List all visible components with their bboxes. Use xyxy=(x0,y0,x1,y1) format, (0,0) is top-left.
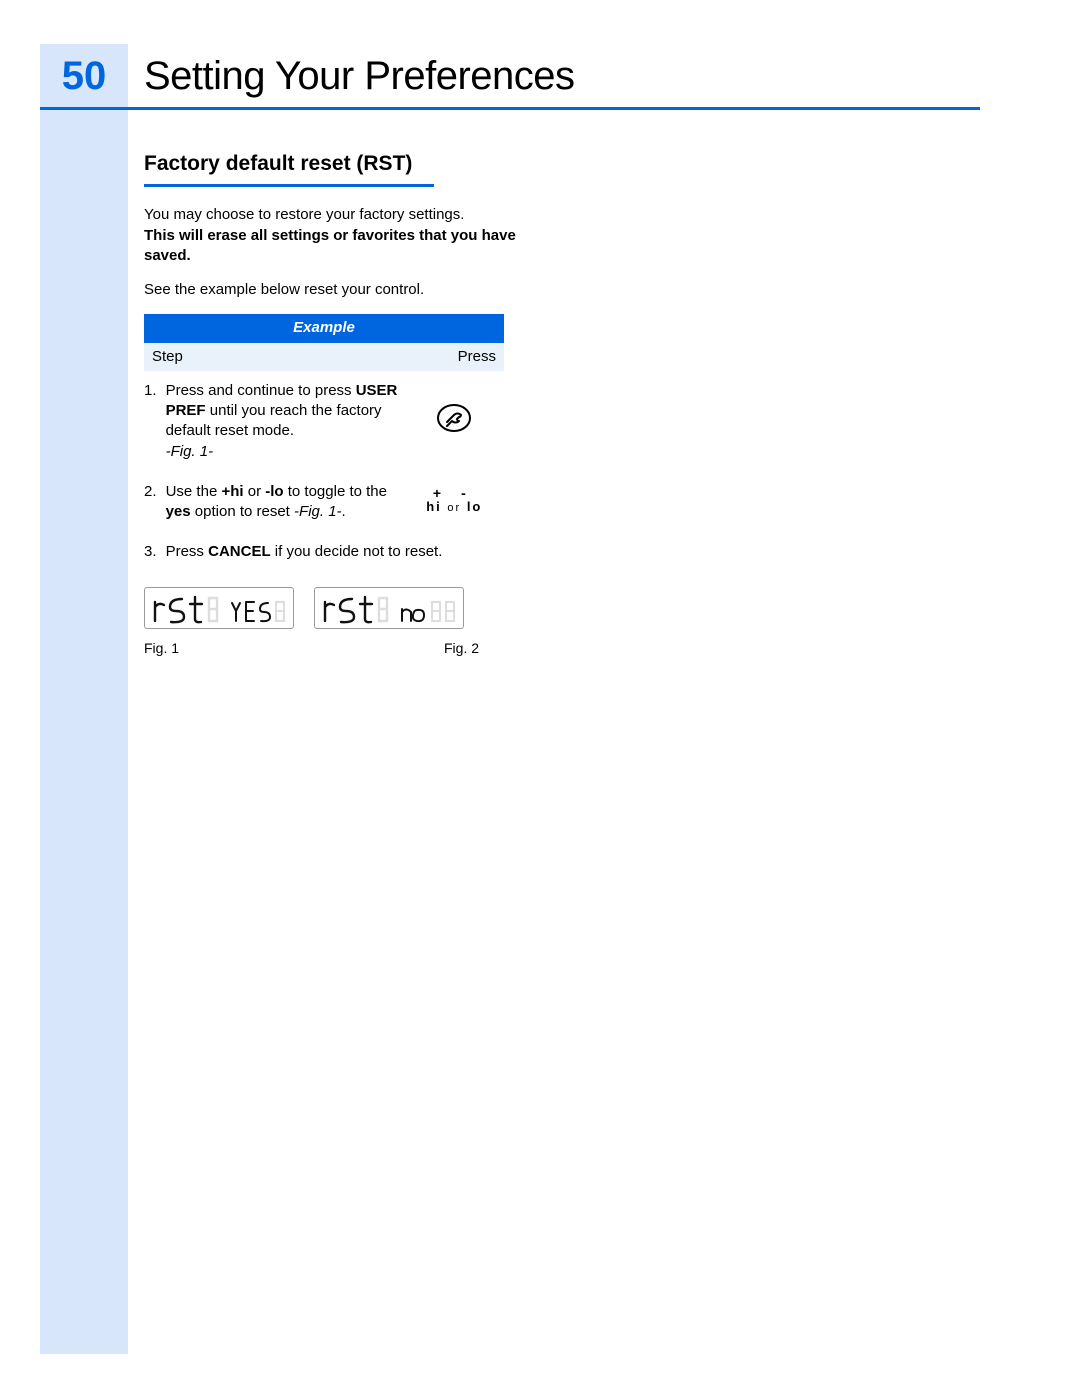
step-description: Press and continue to press USER PREF un… xyxy=(166,371,411,472)
lcd-display-1 xyxy=(144,587,294,629)
text: Press and continue to press xyxy=(166,382,356,399)
or-label: or xyxy=(447,502,461,514)
figure-labels: Fig. 1 Fig. 2 xyxy=(144,639,504,658)
user-pref-icon xyxy=(436,403,472,439)
table-row: 3. Press CANCEL if you decide not to res… xyxy=(144,532,504,572)
intro-paragraph: You may choose to restore your factory s… xyxy=(144,205,524,266)
press-cell: +- hi or lo xyxy=(411,472,504,533)
press-cell xyxy=(411,371,504,472)
lcd-display-2 xyxy=(314,587,464,629)
text-bold: +hi xyxy=(221,483,243,500)
text-bold: yes xyxy=(166,503,191,520)
fig-ref: -Fig. 1- xyxy=(294,503,342,520)
section-divider xyxy=(144,184,434,187)
intro-text: You may choose to restore your factory s… xyxy=(144,206,464,223)
col-step: Step xyxy=(144,343,411,371)
text: Press xyxy=(166,543,209,560)
text: Use the xyxy=(166,483,222,500)
col-press: Press xyxy=(411,343,504,371)
table-row: 2. Use the +hi or -lo to toggle to the y… xyxy=(144,472,504,533)
page-title: Setting Your Preferences xyxy=(144,54,575,99)
fig-1-label: Fig. 1 xyxy=(144,639,444,658)
step-description: Press CANCEL if you decide not to reset. xyxy=(166,532,504,572)
step-number: 3. xyxy=(144,532,166,572)
example-header: Example xyxy=(144,314,504,342)
left-sidebar-bar xyxy=(40,44,128,1354)
example-table: Example Step Press 1. Press and continue… xyxy=(144,314,504,572)
step-description: Use the +hi or -lo to toggle to the yes … xyxy=(166,472,411,533)
page-number: 50 xyxy=(40,54,128,99)
example-subheader-row: Step Press xyxy=(144,343,504,371)
fig-ref: -Fig. 1- xyxy=(166,443,214,460)
main-content: Factory default reset (RST) You may choo… xyxy=(144,150,524,657)
table-row: 1. Press and continue to press USER PREF… xyxy=(144,371,504,472)
hi-lo-icon: +- hi or lo xyxy=(423,486,486,514)
text: or xyxy=(244,483,266,500)
step-number: 2. xyxy=(144,472,166,533)
text: . xyxy=(342,503,346,520)
text: to toggle to the xyxy=(284,483,387,500)
text-bold: -lo xyxy=(265,483,283,500)
fig-2-label: Fig. 2 xyxy=(444,639,479,658)
lo-label: lo xyxy=(467,499,483,514)
title-divider xyxy=(40,107,980,110)
step-number: 1. xyxy=(144,371,166,472)
lcd-displays xyxy=(144,587,524,629)
section-heading: Factory default reset (RST) xyxy=(144,150,524,178)
warning-text: This will erase all settings or favorite… xyxy=(144,227,516,264)
text: option to reset xyxy=(191,503,294,520)
see-example-text: See the example below reset your control… xyxy=(144,280,524,300)
text: if you decide not to reset. xyxy=(271,543,443,560)
hi-label: hi xyxy=(426,499,442,514)
text-bold: CANCEL xyxy=(208,543,271,560)
